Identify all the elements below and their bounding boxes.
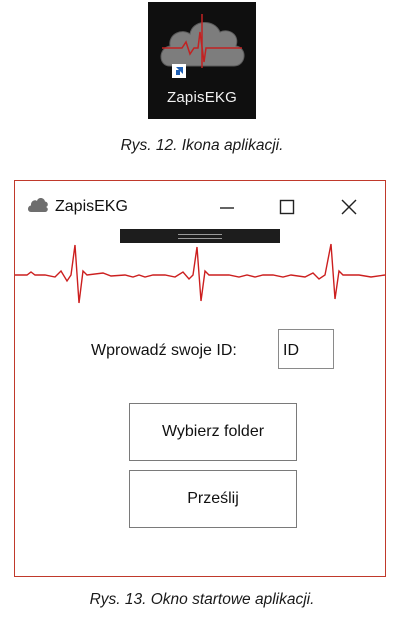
close-icon bbox=[341, 199, 357, 215]
figure-12-caption: Rys. 12. Ikona aplikacji. bbox=[120, 137, 284, 154]
window-title: ZapisEKG bbox=[55, 198, 128, 215]
cloud-ekg-icon bbox=[160, 14, 245, 78]
window-titlebar[interactable]: ZapisEKG bbox=[15, 181, 385, 229]
desktop-shortcut[interactable]: ZapisEKG bbox=[148, 2, 256, 119]
figure-13-caption: Rys. 13. Okno startowe aplikacji. bbox=[89, 591, 315, 608]
grip-icon bbox=[178, 234, 222, 239]
cloud-icon bbox=[28, 198, 48, 212]
maximize-icon bbox=[279, 199, 295, 215]
send-button[interactable]: Prześlij bbox=[129, 470, 297, 528]
app-window: ZapisEKG Wprowadź swoje ID: ID Wybierz f… bbox=[14, 180, 386, 577]
id-input[interactable] bbox=[278, 329, 334, 369]
minimize-icon bbox=[220, 207, 234, 209]
ekg-waveform bbox=[15, 243, 385, 304]
close-button[interactable] bbox=[329, 189, 369, 225]
id-label: Wprowadź swoje ID: bbox=[91, 342, 237, 359]
maximize-button[interactable] bbox=[267, 189, 307, 225]
choose-folder-button[interactable]: Wybierz folder bbox=[129, 403, 297, 461]
desktop-icon-label: ZapisEKG bbox=[167, 89, 237, 106]
document-page: ZapisEKG Rys. 12. Ikona aplikacji. Zapis… bbox=[0, 0, 404, 617]
minimize-button[interactable] bbox=[207, 189, 247, 225]
shortcut-arrow-icon bbox=[172, 64, 186, 78]
